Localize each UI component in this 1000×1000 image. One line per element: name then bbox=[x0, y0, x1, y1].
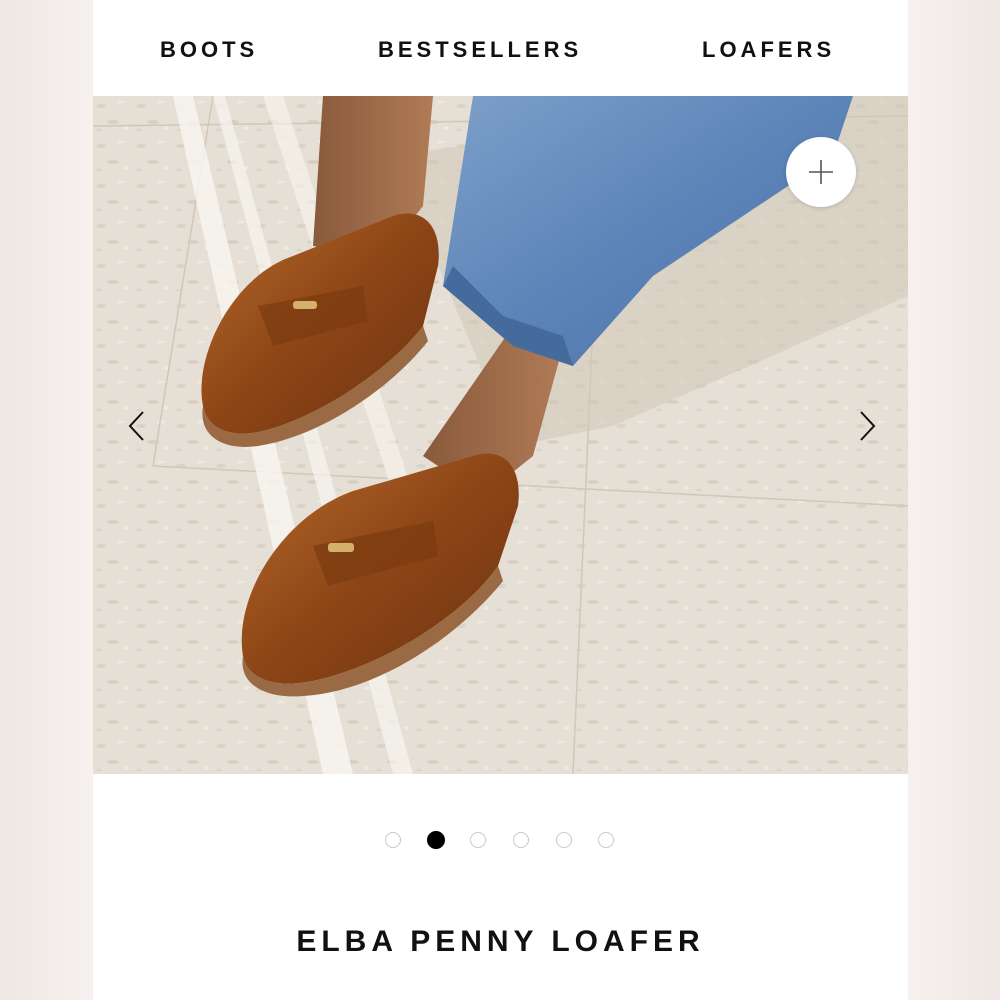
carousel-dot[interactable] bbox=[556, 832, 572, 848]
right-backdrop bbox=[907, 0, 1000, 1000]
category-nav: BOOTS BESTSELLERS LOAFERS bbox=[93, 0, 908, 96]
chevron-right-icon bbox=[860, 411, 876, 441]
carousel-pagination bbox=[385, 831, 625, 852]
nav-item-bestsellers[interactable]: BESTSELLERS bbox=[378, 37, 582, 63]
carousel-dot[interactable] bbox=[385, 832, 401, 848]
nav-item-loafers[interactable]: LOAFERS bbox=[702, 37, 835, 63]
carousel-dot[interactable] bbox=[513, 832, 529, 848]
product-page: BOOTS BESTSELLERS LOAFERS ELBA PENNY LOA… bbox=[93, 0, 908, 1000]
zoom-button[interactable] bbox=[786, 137, 856, 207]
product-image[interactable] bbox=[93, 96, 908, 774]
plus-icon bbox=[809, 160, 833, 184]
next-slide-button[interactable] bbox=[853, 406, 883, 446]
carousel-dot[interactable] bbox=[598, 832, 614, 848]
previous-slide-button[interactable] bbox=[121, 406, 151, 446]
left-backdrop bbox=[0, 0, 93, 1000]
carousel-dot[interactable] bbox=[470, 832, 486, 848]
product-title: ELBA PENNY LOAFER bbox=[296, 925, 705, 958]
nav-item-boots[interactable]: BOOTS bbox=[160, 37, 258, 63]
chevron-left-icon bbox=[128, 411, 144, 441]
carousel-dot-active[interactable] bbox=[427, 831, 445, 849]
